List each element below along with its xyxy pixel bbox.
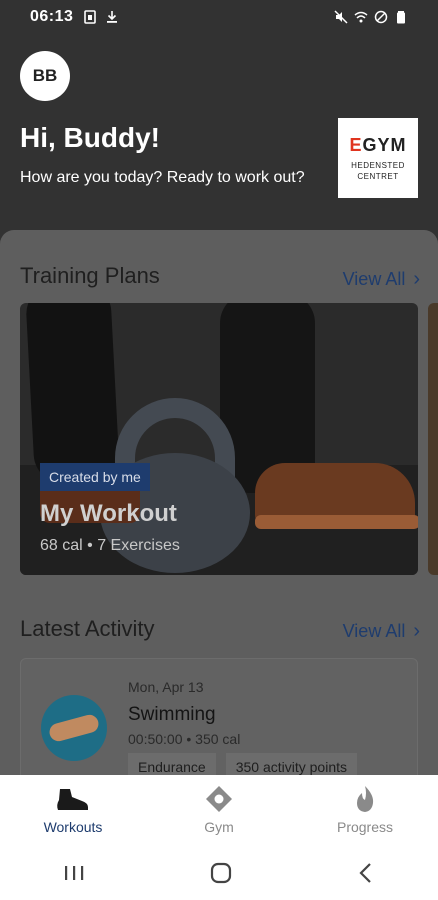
sim-icon <box>84 10 97 24</box>
activity-tag: 350 activity points <box>225 753 358 775</box>
activity-date: Mon, Apr 13 <box>128 679 204 695</box>
gym-logo-brand: EGYM <box>349 134 407 155</box>
greeting-header: BB Hi, Buddy! How are you today? Ready t… <box>0 34 438 240</box>
shoe-icon <box>57 789 88 810</box>
location-icon <box>206 786 232 812</box>
activity-card[interactable]: Mon, Apr 13 Swimming 00:50:00 • 350 cal … <box>20 658 418 775</box>
nav-progress[interactable]: Progress <box>292 775 438 845</box>
greeting-title: Hi, Buddy! <box>20 122 160 153</box>
system-nav-bar <box>0 845 438 900</box>
status-bar: 06:13 <box>0 0 438 34</box>
plan-meta: 68 cal • 7 Exercises <box>40 537 180 554</box>
do-not-disturb-icon <box>374 10 388 24</box>
next-plan-card-peek[interactable] <box>428 303 438 575</box>
flame-icon <box>357 786 374 812</box>
battery-icon <box>397 11 405 24</box>
training-plans-title: Training Plans <box>20 263 160 288</box>
nav-gym-label: Gym <box>204 819 234 835</box>
wifi-icon <box>354 11 368 23</box>
nav-gym[interactable]: Gym <box>146 775 292 845</box>
activity-tags: Endurance 350 activity points <box>128 753 358 775</box>
plan-badge: Created by me <box>40 463 150 491</box>
activity-meta: 00:50:00 • 350 cal <box>128 731 241 747</box>
back-icon[interactable] <box>356 861 376 885</box>
latest-activity-title: Latest Activity <box>20 616 155 641</box>
latest-activity-view-all[interactable]: View All › <box>343 620 420 643</box>
gym-logo[interactable]: EGYM HEDENSTED CENTRET <box>338 118 418 198</box>
bottom-nav: Workouts Gym Progress <box>0 775 438 845</box>
chevron-right-icon: › <box>413 268 420 290</box>
avatar-initials: BB <box>32 66 58 85</box>
activity-name: Swimming <box>128 704 216 725</box>
home-icon[interactable] <box>209 861 233 885</box>
main-content: Training Plans View All › Created by me … <box>0 230 438 775</box>
plan-name: My Workout <box>40 500 177 527</box>
chevron-right-icon: › <box>413 620 420 642</box>
activity-tag: Endurance <box>128 753 216 775</box>
nav-progress-label: Progress <box>336 819 394 835</box>
nav-workouts-label: Workouts <box>43 819 103 835</box>
recent-apps-icon[interactable] <box>62 863 86 883</box>
avatar[interactable]: BB <box>20 51 70 101</box>
gym-logo-location: HEDENSTED CENTRET <box>351 160 405 181</box>
training-plans-view-all[interactable]: View All › <box>343 268 420 291</box>
mute-icon <box>334 10 348 24</box>
status-time: 06:13 <box>30 8 74 25</box>
nav-workouts[interactable]: Workouts <box>0 775 146 845</box>
swimming-image <box>41 695 107 761</box>
download-icon <box>107 11 118 23</box>
greeting-subtitle: How are you today? Ready to work out? <box>20 169 305 186</box>
training-plan-card[interactable]: Created by me My Workout 68 cal • 7 Exer… <box>20 303 418 575</box>
